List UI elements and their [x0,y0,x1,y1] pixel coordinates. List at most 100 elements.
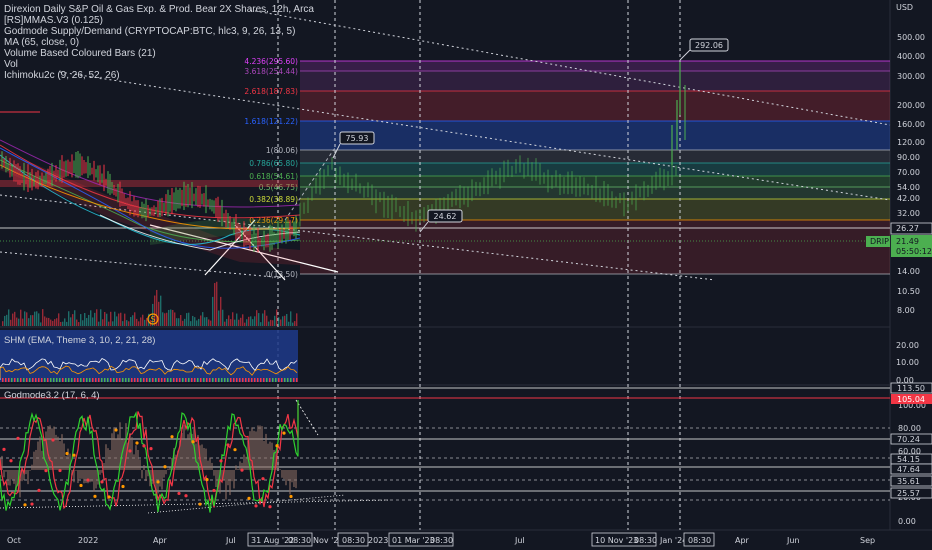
shm-pane-title[interactable]: SHM (EMA, Theme 3, 10, 2, 21, 28) [4,335,155,346]
shm-histogram-bar [215,378,217,382]
shm-histogram-bar [89,378,91,382]
volume-bar [72,314,74,326]
volume-bar [26,312,28,326]
volume-bar [210,320,212,326]
shm-histogram-bar [266,378,268,382]
indicator-rs-mmas[interactable]: [RS]MMAS.V3 (0.125) [4,15,314,26]
volume-bar [208,319,210,326]
volume-bar [170,309,172,326]
volume-bar [194,317,196,326]
cursor-label-nov23-date: 10 Nov '23 [595,536,638,545]
volume-bar [100,309,102,326]
volume-bar [62,321,64,326]
price-tick: 120.00 [897,138,925,147]
shm-histogram-bar [212,378,214,382]
price-axis-currency: USD [896,3,913,12]
gm-label-10504: 105.04 [897,395,925,404]
price-label-2627: 26.27 [896,224,919,233]
shm-histogram-bar [227,378,229,382]
volume-bar [96,309,98,326]
volume-bar [102,319,104,326]
godmode-dot [226,443,230,447]
godmode-pane-title[interactable]: Godmode3.2 (17, 6, 4) [4,390,100,401]
shm-histogram-bar [122,378,124,382]
shm-histogram-bar [107,378,109,382]
cursor-label-nov22-time: 08:30 [342,536,365,545]
gm-label-2557: 25.57 [897,489,920,498]
godmode-dot [72,453,76,457]
indicator-vbcb[interactable]: Volume Based Coloured Bars (21) [4,48,314,59]
volume-bar [18,318,20,326]
shm-histogram-bar [104,378,106,382]
volume-bar [200,315,202,326]
shm-histogram-bar [65,378,67,382]
volume-bar [218,310,220,326]
volume-bar [16,317,18,326]
volume-bar [74,310,76,326]
fib-zone-1618 [300,121,890,150]
godmode-dot [282,431,286,435]
volume-bar [6,314,8,326]
volume-bar [146,318,148,326]
shm-histogram-bar [32,378,34,382]
volume-bar [52,320,54,326]
shm-histogram-bar [230,378,232,382]
volume-bar [240,317,242,326]
volume-bar [270,319,272,326]
godmode-dot [184,494,188,498]
shm-histogram-bar [41,378,43,382]
price-tick: 10.50 [897,287,920,296]
time-tick-apr24: Apr [735,536,750,545]
volume-bar [10,319,12,326]
godmode-dot [198,502,202,506]
godmode-dot [254,504,258,508]
godmode-dot [261,477,265,481]
godmode-dot [156,480,160,484]
shm-histogram-bar [35,378,37,382]
volume-bar [206,317,208,326]
price-label-countdown: 05:50:12 [896,247,932,256]
time-tick-sep: Sep [860,536,875,545]
volume-bar [86,318,88,326]
godmode-dot [142,444,146,448]
fib-extension-zones[interactable]: 4.236(295.60)3.618(254.44)2.618(187.83)1… [244,57,890,279]
indicator-ma[interactable]: MA (65, close, 0) [4,37,314,48]
fib-label: 0.618(54.61) [249,172,298,181]
volume-bar [158,301,160,326]
shm-histogram-bar [26,378,28,382]
shm-histogram-bar [275,378,277,382]
shm-histogram-bar [143,378,145,382]
volume-bar [252,319,254,326]
volume-bar [46,317,48,326]
godmode-dot [93,494,97,498]
volume-bar [78,322,80,326]
indicator-godmode-sd[interactable]: Godmode Supply/Demand (CRYPTOCAP:BTC, hl… [4,26,314,37]
shm-histogram-bar [50,378,52,382]
godmode-dot [191,440,195,444]
shm-histogram-bar [197,378,199,382]
indicator-ichimoku[interactable]: Ichimoku2c (9, 26, 52, 26) [4,70,314,81]
indicator-vol[interactable]: Vol [4,59,314,70]
volume-bar [122,321,124,326]
shm-histogram-bar [29,378,31,382]
volume-bar [8,309,10,326]
volume-bar [268,321,270,326]
shm-histogram-bar [59,378,61,382]
shm-histogram-bar [248,378,250,382]
shm-histogram-bar [287,378,289,382]
volume-bar [232,312,234,326]
volume-bar [288,321,290,326]
shm-histogram-bar [2,378,4,382]
shm-histogram-bar [278,378,280,382]
chart-canvas[interactable]: 4.236(295.60)3.618(254.44)2.618(187.83)1… [0,0,932,550]
volume-bar [282,316,284,326]
shm-histogram-bar [56,378,58,382]
event-marker-glyph: S [150,315,155,324]
cursor-label-aug22-time: 08:30 [288,536,311,545]
godmode-dot [128,449,132,453]
volume-bar [112,321,114,326]
symbol-title[interactable]: Direxion Daily S&P Oil & Gas Exp. & Prod… [4,4,314,15]
shm-histogram-bar [233,378,235,382]
price-label-current: 21.49 [896,237,919,246]
godmode-dot [107,495,111,499]
